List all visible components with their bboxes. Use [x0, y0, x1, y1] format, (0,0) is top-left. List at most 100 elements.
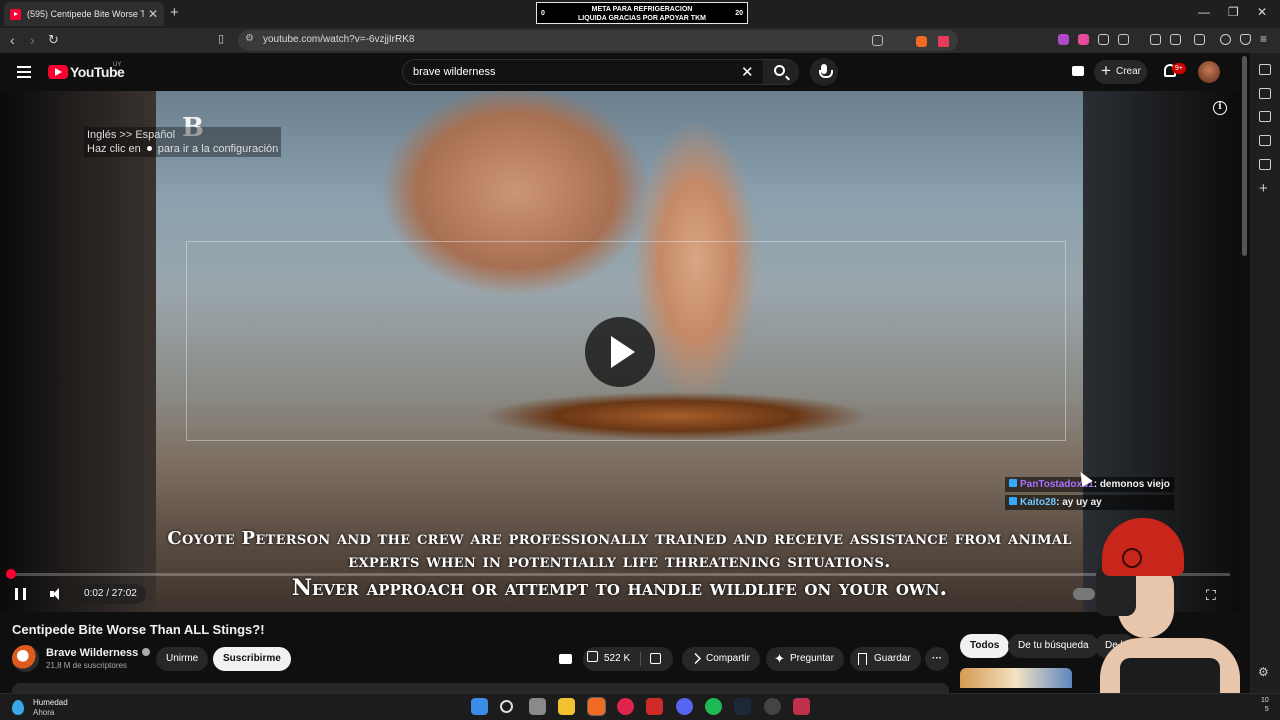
system-clock[interactable]: 10 5	[1261, 696, 1269, 714]
address-bar[interactable]: ⚙ youtube.com/watch?v=-6vzjjIrRK8	[238, 30, 958, 51]
brave-browser-icon[interactable]	[587, 697, 606, 716]
url-text[interactable]: youtube.com/watch?v=-6vzjjIrRK8	[263, 34, 414, 45]
search-input[interactable]: brave wilderness	[413, 66, 496, 78]
reading-list-icon[interactable]	[1259, 88, 1271, 99]
history-icon[interactable]	[1259, 135, 1271, 146]
like-button[interactable]: 522 K	[587, 647, 630, 671]
goal-start-value: 0	[541, 10, 545, 17]
media-player-icon[interactable]	[617, 698, 634, 715]
extension-icon-1[interactable]	[1058, 34, 1069, 45]
add-sidebar-item-icon[interactable]: +	[1259, 180, 1268, 197]
sparkle-create-icon[interactable]	[1072, 66, 1084, 76]
extension-icon-2[interactable]	[1078, 34, 1089, 45]
file-explorer-icon[interactable]	[558, 698, 575, 715]
taskbar-search-icon[interactable]	[500, 700, 513, 713]
channel-name-row[interactable]: Brave Wilderness	[46, 647, 151, 659]
media-icon[interactable]	[1150, 34, 1161, 45]
extensions-puzzle-icon[interactable]	[1098, 34, 1109, 45]
cast-icon[interactable]	[872, 35, 883, 46]
news-icon[interactable]	[1259, 159, 1271, 170]
wallet-icon[interactable]	[1194, 34, 1205, 45]
account-avatar[interactable]	[1198, 61, 1220, 83]
maximize-button[interactable]: ❐	[1228, 5, 1239, 19]
caption-settings-hint: Inglés >> Español Haz clic en para ir a l…	[84, 127, 282, 157]
voice-search-button[interactable]	[810, 58, 838, 86]
bookmarks-icon[interactable]	[1259, 111, 1271, 122]
channel-name[interactable]: Brave Wilderness	[46, 647, 138, 659]
obs-icon[interactable]	[764, 698, 781, 715]
reload-icon[interactable]: ↻	[48, 32, 59, 48]
chat-badge-icon	[1009, 497, 1017, 505]
browser-tab-youtube[interactable]: (595) Centipede Bite Worse Than ✕	[4, 2, 164, 26]
search-bar[interactable]: brave wilderness ✕	[402, 59, 799, 85]
minimize-button[interactable]: —	[1198, 5, 1210, 19]
youtube-favicon-icon	[10, 8, 21, 20]
join-button[interactable]: Unirme	[156, 647, 209, 671]
app-icon-red[interactable]	[646, 698, 663, 715]
subscribe-button[interactable]: Suscribirme	[213, 647, 291, 671]
leo-ai-icon[interactable]	[1220, 34, 1231, 45]
brave-shields-icon[interactable]	[916, 36, 927, 47]
new-tab-button[interactable]: +	[170, 4, 179, 21]
pause-icon[interactable]	[15, 588, 26, 600]
chip-from-search[interactable]: De tu búsqueda	[1008, 634, 1099, 658]
bookmark-icon[interactable]: ▯	[218, 32, 224, 45]
more-actions-button[interactable]: ···	[925, 647, 949, 671]
discord-icon[interactable]	[676, 698, 693, 715]
bookmark-save-icon	[858, 653, 867, 665]
like-count: 522 K	[604, 653, 631, 664]
recommended-video-thumbnail[interactable]	[960, 668, 1072, 688]
progress-scrubber[interactable]	[6, 569, 16, 579]
play-button[interactable]	[585, 317, 655, 387]
channel-avatar[interactable]	[12, 645, 39, 672]
volume-icon[interactable]	[50, 588, 62, 600]
page-scrollbar[interactable]	[1242, 56, 1247, 256]
tab-close-icon[interactable]: ✕	[148, 7, 158, 21]
app-icon-pink[interactable]	[793, 698, 810, 715]
windows-taskbar: Humedad Ahora 10 5	[0, 693, 1280, 720]
forward-arrow-icon[interactable]: ›	[30, 32, 35, 48]
clock-line-1: 10	[1261, 697, 1269, 704]
weather-subtitle: Ahora	[33, 708, 55, 717]
chat-user: Kaito28	[1020, 497, 1057, 508]
back-arrow-icon[interactable]: ‹	[10, 32, 15, 48]
goal-end-value: 20	[735, 10, 743, 17]
progress-bar[interactable]	[10, 573, 1230, 576]
caption-language: Inglés >> Español	[87, 129, 176, 141]
share-arrow-icon	[690, 653, 701, 664]
menu-icon[interactable]: ≡	[1260, 32, 1267, 46]
search-button[interactable]	[763, 60, 799, 84]
sidebar-toggle-icon[interactable]	[1170, 34, 1181, 45]
video-title: Centipede Bite Worse Than ALL Stings?!	[12, 622, 265, 637]
windows-start-icon[interactable]	[471, 698, 488, 715]
leo-sidebar-icon[interactable]	[1259, 64, 1271, 75]
video-player[interactable]: B Inglés >> Español Haz clic en para ir a…	[0, 91, 1240, 612]
steam-icon[interactable]	[734, 698, 751, 715]
subscriber-count: 21,8 M de suscriptores	[46, 661, 127, 670]
youtube-logo-icon[interactable]	[48, 65, 68, 79]
task-view-icon[interactable]	[529, 698, 546, 715]
caption-hint-text-a: Haz clic en	[87, 143, 141, 155]
chat-message: Kaito28: ay uy ay	[1005, 495, 1174, 510]
ai-sparkle-icon[interactable]	[559, 654, 572, 664]
sidebar-settings-gear-icon[interactable]: ⚙	[1258, 665, 1269, 679]
site-settings-icon[interactable]: ⚙	[245, 33, 254, 44]
ask-button[interactable]: ✦ Preguntar	[766, 647, 844, 671]
thumbs-down-icon[interactable]	[650, 653, 661, 664]
verified-check-icon	[142, 648, 151, 656]
brave-rewards-icon[interactable]	[938, 36, 949, 47]
chip-all[interactable]: Todos	[960, 634, 1010, 658]
clear-search-icon[interactable]: ✕	[741, 63, 754, 81]
extension-icon-3[interactable]	[1118, 34, 1129, 45]
browser-sidebar: + ⚙	[1250, 53, 1280, 693]
video-left-blur	[0, 91, 156, 612]
spotify-icon[interactable]	[705, 698, 722, 715]
share-button[interactable]: Compartir	[682, 647, 760, 671]
close-window-button[interactable]: ✕	[1257, 5, 1267, 19]
create-button[interactable]: Crear	[1094, 59, 1147, 84]
guide-menu-icon[interactable]	[17, 66, 31, 78]
info-icon[interactable]: i	[1213, 101, 1227, 115]
vpn-shield-icon[interactable]	[1240, 34, 1251, 45]
description-box[interactable]	[12, 683, 949, 693]
save-button[interactable]: Guardar	[850, 647, 921, 671]
